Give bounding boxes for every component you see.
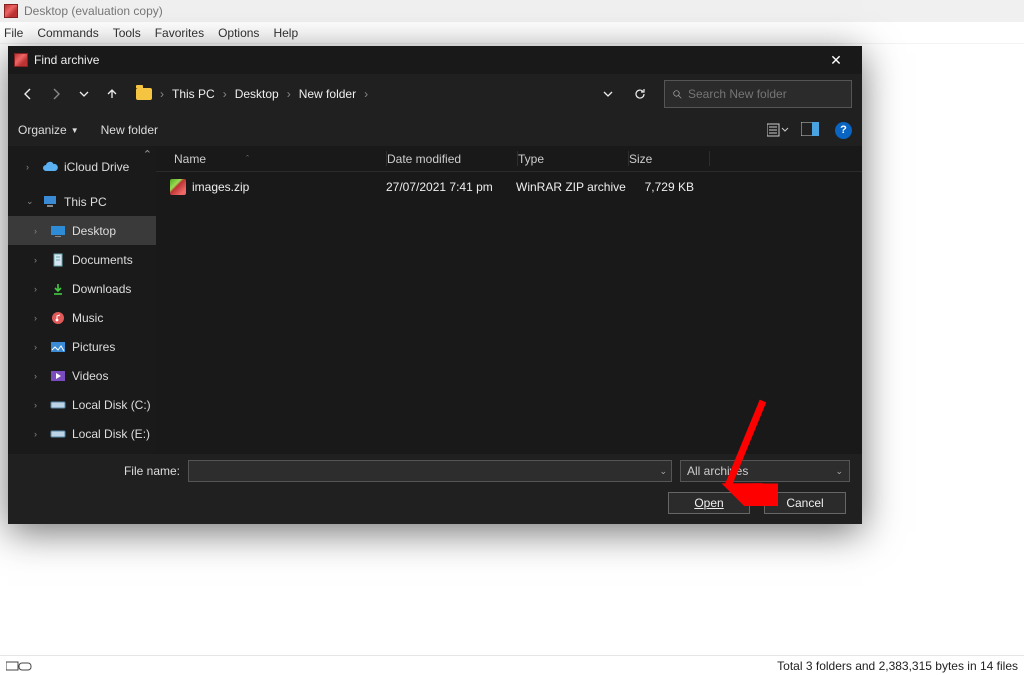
open-button[interactable]: Open bbox=[668, 492, 750, 514]
status-icons bbox=[6, 660, 34, 672]
chevron-right-icon: › bbox=[285, 87, 293, 101]
find-archive-dialog: Find archive ✕ › This PC › Desktop › New… bbox=[8, 46, 862, 524]
preview-pane-button[interactable] bbox=[801, 122, 821, 138]
chevron-right-icon: › bbox=[34, 342, 44, 352]
file-name-combo[interactable]: ⌄ bbox=[188, 460, 672, 482]
status-right: Total 3 folders and 2,383,315 bytes in 1… bbox=[777, 659, 1018, 673]
tree-scroll-up-icon[interactable]: ⌃ bbox=[143, 148, 152, 161]
nav-recent-dropdown[interactable] bbox=[74, 84, 94, 104]
winrar-icon bbox=[14, 53, 28, 67]
tree-local-disk-c[interactable]: › Local Disk (C:) bbox=[8, 390, 156, 419]
chevron-right-icon: › bbox=[34, 400, 44, 410]
col-size[interactable]: Size bbox=[629, 152, 652, 166]
chevron-right-icon: › bbox=[34, 226, 44, 236]
tree-this-pc[interactable]: ⌄ This PC bbox=[8, 187, 156, 216]
file-name: images.zip bbox=[192, 180, 249, 194]
col-type[interactable]: Type bbox=[518, 152, 544, 166]
folder-icon bbox=[136, 88, 152, 100]
file-rows[interactable]: images.zip 27/07/2021 7:41 pm WinRAR ZIP… bbox=[156, 172, 862, 454]
cloud-icon bbox=[42, 159, 58, 175]
parent-window-title: Desktop (evaluation copy) bbox=[24, 4, 163, 18]
file-type: WinRAR ZIP archive bbox=[516, 180, 626, 194]
view-mode-button[interactable] bbox=[767, 122, 787, 138]
menu-help[interactable]: Help bbox=[273, 26, 298, 40]
sort-indicator-icon: ˆ bbox=[246, 154, 249, 164]
disk-icon bbox=[50, 426, 66, 442]
close-button[interactable]: ✕ bbox=[816, 46, 856, 74]
pictures-icon bbox=[50, 339, 66, 355]
tree-desktop[interactable]: › Desktop bbox=[8, 216, 156, 245]
music-icon bbox=[50, 310, 66, 326]
file-row[interactable]: images.zip 27/07/2021 7:41 pm WinRAR ZIP… bbox=[156, 172, 862, 202]
col-name[interactable]: Name bbox=[174, 152, 206, 166]
chevron-right-icon: › bbox=[34, 284, 44, 294]
dialog-titlebar[interactable]: Find archive ✕ bbox=[8, 46, 862, 74]
chevron-right-icon: › bbox=[362, 87, 370, 101]
parent-menubar[interactable]: File Commands Tools Favorites Options He… bbox=[0, 22, 1024, 44]
chevron-right-icon: › bbox=[34, 429, 44, 439]
pc-icon bbox=[42, 194, 58, 210]
chevron-right-icon: › bbox=[26, 162, 36, 172]
folder-tree[interactable]: ⌃ › iCloud Drive ⌄ This PC › bbox=[8, 146, 156, 454]
statusbar: Total 3 folders and 2,383,315 bytes in 1… bbox=[0, 655, 1024, 675]
chevron-right-icon: › bbox=[158, 87, 166, 101]
archive-icon bbox=[170, 179, 186, 195]
search-icon bbox=[673, 88, 682, 101]
parent-titlebar: Desktop (evaluation copy) bbox=[0, 0, 1024, 22]
tree-local-disk-e[interactable]: › Local Disk (E:) bbox=[8, 419, 156, 448]
winrar-icon bbox=[4, 4, 18, 18]
file-name-label: File name: bbox=[20, 464, 180, 478]
tree-videos[interactable]: › Videos bbox=[8, 361, 156, 390]
new-folder-button[interactable]: New folder bbox=[101, 123, 158, 137]
file-list-pane: Name ˆ Date modified Type Size images.zi… bbox=[156, 146, 862, 454]
col-date[interactable]: Date modified bbox=[387, 152, 461, 166]
chevron-right-icon: › bbox=[34, 313, 44, 323]
crumb-new-folder[interactable]: New folder bbox=[299, 87, 356, 101]
help-button[interactable]: ? bbox=[835, 122, 852, 139]
chevron-down-icon: ⌄ bbox=[26, 196, 36, 207]
menu-favorites[interactable]: Favorites bbox=[155, 26, 204, 40]
menu-options[interactable]: Options bbox=[218, 26, 259, 40]
menu-commands[interactable]: Commands bbox=[37, 26, 98, 40]
file-date: 27/07/2021 7:41 pm bbox=[386, 180, 516, 194]
search-box[interactable] bbox=[664, 80, 852, 108]
chevron-right-icon: › bbox=[34, 255, 44, 265]
address-dropdown[interactable] bbox=[598, 84, 618, 104]
tree-icloud-drive[interactable]: › iCloud Drive bbox=[8, 152, 156, 181]
tree-pictures[interactable]: › Pictures bbox=[8, 332, 156, 361]
videos-icon bbox=[50, 368, 66, 384]
search-input[interactable] bbox=[688, 87, 843, 101]
crumb-this-pc[interactable]: This PC bbox=[172, 87, 215, 101]
nav-row: › This PC › Desktop › New folder › bbox=[8, 74, 862, 114]
organize-menu[interactable]: Organize ▼ bbox=[18, 123, 79, 137]
nav-forward-button[interactable] bbox=[46, 84, 66, 104]
nav-up-button[interactable] bbox=[102, 84, 122, 104]
file-size: 7,729 KB bbox=[626, 180, 706, 194]
address-bar[interactable]: › This PC › Desktop › New folder › bbox=[130, 80, 656, 108]
file-type-combo[interactable]: All archives ⌄ bbox=[680, 460, 850, 482]
chevron-right-icon: › bbox=[34, 371, 44, 381]
chevron-right-icon: › bbox=[221, 87, 229, 101]
crumb-desktop[interactable]: Desktop bbox=[235, 87, 279, 101]
cancel-button[interactable]: Cancel bbox=[764, 492, 846, 514]
nav-back-button[interactable] bbox=[18, 84, 38, 104]
tree-music[interactable]: › Music bbox=[8, 303, 156, 332]
disk-icon bbox=[50, 397, 66, 413]
dialog-footer: File name: ⌄ All archives ⌄ Open Cancel bbox=[8, 454, 862, 524]
menu-tools[interactable]: Tools bbox=[113, 26, 141, 40]
download-icon bbox=[50, 281, 66, 297]
column-headers[interactable]: Name ˆ Date modified Type Size bbox=[156, 146, 862, 172]
menu-file[interactable]: File bbox=[4, 26, 23, 40]
document-icon bbox=[50, 252, 66, 268]
tool-row: Organize ▼ New folder ? bbox=[8, 114, 862, 146]
desktop-icon bbox=[50, 223, 66, 239]
tree-downloads[interactable]: › Downloads bbox=[8, 274, 156, 303]
refresh-button[interactable] bbox=[630, 84, 650, 104]
tree-documents[interactable]: › Documents bbox=[8, 245, 156, 274]
dialog-title: Find archive bbox=[34, 53, 99, 67]
